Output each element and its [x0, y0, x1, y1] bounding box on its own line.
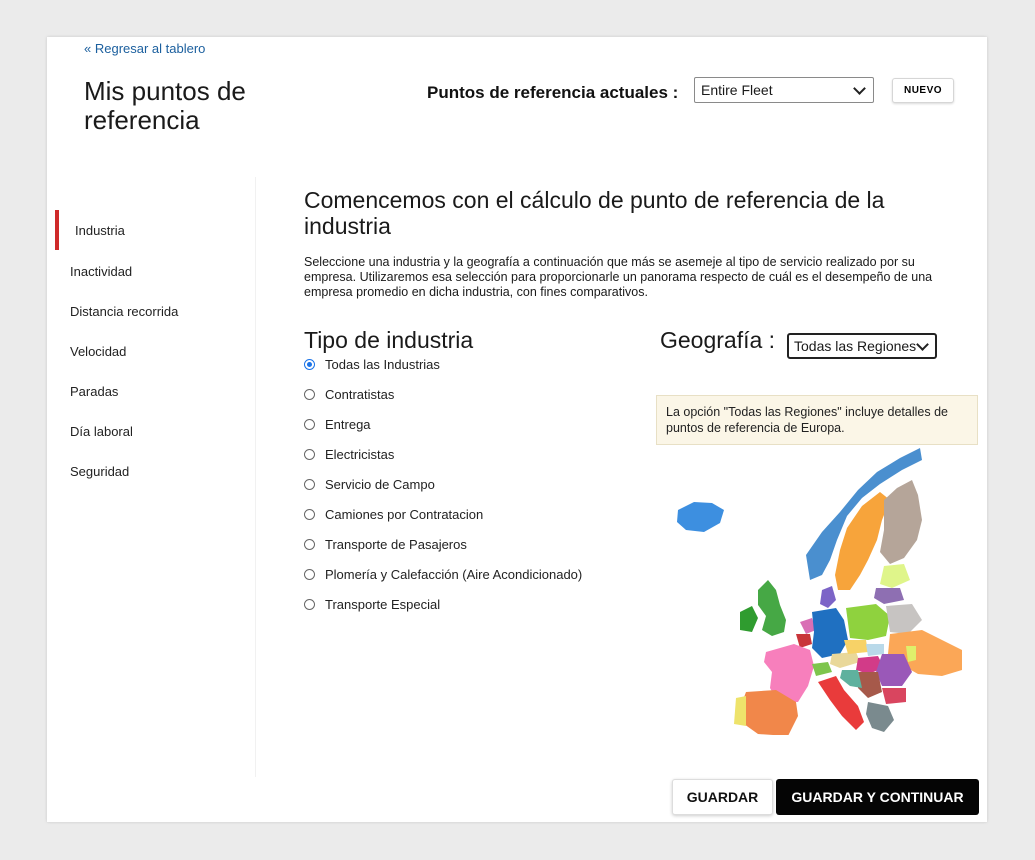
industry-option-entrega[interactable]: Entrega: [304, 415, 371, 433]
map-region-austria: [830, 652, 860, 668]
sidebar-item-label: Inactividad: [70, 263, 133, 279]
map-region-iceland: [677, 502, 724, 532]
geography-label: Geografía :: [660, 327, 776, 353]
sidebar-item-label: Distancia recorrida: [70, 303, 179, 319]
map-region-finland: [880, 480, 922, 564]
map-region-uk: [758, 580, 786, 636]
benchmark-select-value: Entire Fleet: [701, 82, 773, 98]
back-to-dashboard-link[interactable]: « Regresar al tablero: [84, 41, 205, 56]
current-benchmark-label: Puntos de referencia actuales :: [427, 83, 679, 102]
industry-option-label: Camiones por Contratacion: [325, 506, 484, 522]
map-region-switzerland: [812, 662, 832, 676]
save-button[interactable]: GUARDAR: [672, 779, 773, 815]
industry-option-servicio-campo[interactable]: Servicio de Campo: [304, 475, 435, 493]
sidebar-item-dia-laboral[interactable]: Día laboral: [55, 411, 245, 451]
sidebar-item-label: Seguridad: [70, 463, 130, 479]
industry-option-camiones[interactable]: Camiones por Contratacion: [304, 505, 483, 523]
radio-button[interactable]: [304, 538, 315, 550]
sidebar-item-distancia[interactable]: Distancia recorrida: [55, 291, 245, 331]
chevron-down-icon: [916, 337, 929, 351]
new-benchmark-button[interactable]: NUEVO: [892, 78, 954, 103]
page-card: « Regresar al tablero Mis puntos de refe…: [47, 37, 987, 822]
sidebar-item-inactividad[interactable]: Inactividad: [55, 251, 245, 291]
benchmark-select[interactable]: Entire Fleet: [694, 77, 874, 103]
industry-option-contratistas[interactable]: Contratistas: [304, 385, 394, 403]
industry-option-label: Plomería y Calefacción (Aire Acondiciona…: [325, 566, 583, 582]
map-region-baltics: [880, 564, 910, 588]
industry-option-especial[interactable]: Transporte Especial: [304, 595, 440, 613]
radio-button[interactable]: [304, 508, 315, 520]
industry-option-label: Todas las Industrias: [325, 356, 440, 372]
map-region-slovakia: [866, 644, 884, 656]
industry-option-plomeria[interactable]: Plomería y Calefacción (Aire Acondiciona…: [304, 565, 582, 583]
main-description: Seleccione una industria y la geografía …: [304, 255, 933, 299]
map-region-greece: [866, 702, 894, 732]
map-region-belarus: [886, 604, 922, 634]
industry-option-label: Transporte Especial: [325, 596, 441, 612]
industry-option-label: Contratistas: [325, 386, 395, 402]
industry-type-heading: Tipo de industria: [304, 327, 474, 353]
sidebar-item-label: Día laboral: [70, 423, 133, 439]
geography-select[interactable]: Todas las Regiones: [787, 333, 937, 359]
industry-option-todas[interactable]: Todas las Industrias: [304, 355, 440, 373]
radio-button[interactable]: [304, 478, 315, 490]
geography-note: La opción "Todas las Regiones" incluye d…: [656, 395, 978, 445]
main-heading: Comencemos con el cálculo de punto de re…: [304, 187, 885, 239]
save-and-continue-button[interactable]: GUARDAR Y CONTINUAR: [776, 779, 979, 815]
radio-button[interactable]: [304, 418, 315, 430]
sidebar-item-label: Paradas: [70, 383, 119, 399]
radio-button-checked[interactable]: [304, 358, 315, 370]
industry-option-pasajeros[interactable]: Transporte de Pasajeros: [304, 535, 467, 553]
sidebar-item-label: Industria: [75, 222, 125, 238]
map-region-lithuania: [874, 588, 904, 604]
industry-option-electricistas[interactable]: Electricistas: [304, 445, 394, 463]
radio-button[interactable]: [304, 568, 315, 580]
sidebar-item-label: Velocidad: [70, 343, 127, 359]
map-region-serbia: [858, 672, 882, 698]
map-region-poland: [846, 604, 890, 640]
sidebar-item-industria[interactable]: Industria: [55, 210, 245, 250]
map-region-denmark: [820, 586, 836, 608]
industry-option-label: Electricistas: [325, 446, 395, 462]
radio-button[interactable]: [304, 598, 315, 610]
europe-map: [677, 448, 962, 735]
map-region-bulgaria: [882, 688, 906, 704]
map-region-portugal: [734, 696, 746, 726]
page-title: Mis puntos de referencia: [84, 76, 246, 135]
radio-button[interactable]: [304, 388, 315, 400]
radio-button[interactable]: [304, 448, 315, 460]
chevron-down-icon: [853, 81, 866, 95]
map-region-czech: [844, 640, 868, 654]
industry-option-label: Servicio de Campo: [325, 476, 435, 492]
sidebar-nav: Industria Inactividad Distancia recorrid…: [55, 177, 256, 777]
sidebar-item-seguridad[interactable]: Seguridad: [55, 451, 245, 491]
map-region-sweden: [835, 492, 890, 590]
sidebar-item-paradas[interactable]: Paradas: [55, 371, 245, 411]
sidebar-item-velocidad[interactable]: Velocidad: [55, 331, 245, 371]
industry-option-label: Entrega: [325, 416, 371, 432]
map-region-ireland: [740, 606, 758, 632]
geography-select-value: Todas las Regiones: [794, 338, 916, 354]
industry-option-label: Transporte de Pasajeros: [325, 536, 467, 552]
map-region-germany: [812, 608, 848, 658]
